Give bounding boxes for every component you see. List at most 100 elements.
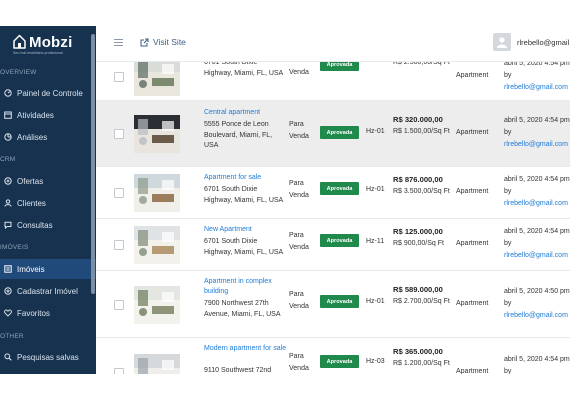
status-badge: Aprovada: [320, 126, 359, 139]
price-per-sqft: R$ 3.500,00/Sq Ft: [393, 188, 450, 195]
table-row[interactable]: New Apartment 6701 South Dixie Highway, M…: [96, 219, 570, 271]
sidebar-item-analises[interactable]: Análises: [0, 127, 96, 147]
sidebar-item-pesquisas-salvas[interactable]: Pesquisas salvas: [0, 347, 96, 367]
sidebar: Mobzi Seu hub imobiliário profissional O…: [0, 26, 96, 374]
row-checkbox[interactable]: [114, 300, 124, 310]
property-title-link[interactable]: Modern apartment for sale: [204, 344, 288, 354]
offers-icon: [3, 177, 12, 186]
sidebar-item-ofertas[interactable]: Ofertas: [0, 171, 96, 191]
sidebar-item-label: Clientes: [17, 198, 46, 208]
property-code: Hz-01: [366, 298, 385, 305]
user-icon: [497, 37, 507, 48]
sidebar-item-label: Painel de Controle: [17, 88, 83, 98]
property-title-link[interactable]: Apartment for sale: [204, 173, 288, 183]
sidebar-item-consultas[interactable]: Consultas: [0, 215, 96, 235]
property-thumbnail[interactable]: [134, 226, 180, 264]
property-purpose: Para Venda: [289, 291, 309, 310]
bottom-margin: [0, 374, 570, 400]
property-purpose: Para Venda: [289, 180, 309, 199]
property-thumbnail[interactable]: [134, 286, 180, 324]
sidebar-item-imoveis[interactable]: Imóveis: [0, 259, 96, 279]
menu-icon[interactable]: [114, 39, 123, 46]
app-window: Mobzi Seu hub imobiliário profissional O…: [0, 0, 570, 400]
table-row[interactable]: Central apartment 5555 Ponce de Leon Boul…: [96, 101, 570, 167]
table-row[interactable]: Renovated apartment6701 South Dixie High…: [96, 62, 570, 101]
property-price: R$ 876.000,00: [393, 175, 443, 184]
search-icon: [3, 353, 12, 362]
activity-icon: [3, 111, 12, 120]
author-email-link[interactable]: rlrebello@gmail.com: [504, 312, 568, 319]
row-checkbox[interactable]: [114, 240, 124, 250]
property-title-link[interactable]: Central apartment: [204, 108, 288, 118]
heart-icon: [3, 309, 12, 318]
property-address: 7900 Northwest 27th Avenue, Miami, FL, U…: [204, 300, 281, 318]
sidebar-scrollbar[interactable]: [91, 34, 95, 294]
status-badge: Aprovada: [320, 295, 359, 308]
brand-tagline: Seu hub imobiliário profissional: [13, 51, 63, 55]
property-thumbnail[interactable]: [134, 174, 180, 212]
property-address: 6701 South Dixie Highway, Miami, FL, USA: [204, 238, 284, 256]
sidebar-item-label: Ofertas: [17, 176, 44, 186]
add-property-icon: [3, 287, 12, 296]
sidebar-item-label: Atividades: [17, 110, 54, 120]
table-row[interactable]: Apartment for sale 6701 South Dixie Highw…: [96, 167, 570, 219]
author-email-link[interactable]: rlrebello@gmail.com: [504, 200, 568, 207]
property-purpose: Para Venda: [289, 353, 309, 372]
properties-icon: [3, 265, 12, 274]
property-type: Apartment: [456, 300, 489, 307]
property-type: Apartment: [456, 240, 489, 247]
row-checkbox[interactable]: [114, 188, 124, 198]
property-thumbnail[interactable]: [134, 62, 180, 96]
external-link-icon: [140, 38, 149, 46]
property-type: Apartment: [456, 188, 489, 195]
property-type: Apartment: [456, 72, 489, 79]
author-prefix: by: [504, 240, 512, 247]
price-per-sqft: R$ 1.200,00/Sq Ft: [393, 360, 450, 367]
author-email-link[interactable]: rlrebello@gmail.com: [504, 84, 568, 91]
sidebar-item-label: Consultas: [17, 220, 53, 230]
sidebar-item-label: Pesquisas salvas: [17, 352, 79, 362]
section-imoveis: IMÓVEIS: [0, 244, 29, 251]
property-price: R$ 320.000,00: [393, 115, 443, 124]
listing-date: abril 5, 2020 4:54 pm: [504, 228, 570, 235]
sidebar-item-clientes[interactable]: Clientes: [0, 193, 96, 213]
dashboard-icon: [3, 89, 12, 98]
author-prefix: by: [504, 72, 512, 79]
visit-site-label: Visit Site: [153, 37, 186, 47]
sidebar-item-favoritos[interactable]: Favoritos: [0, 303, 96, 323]
property-type: Apartment: [456, 129, 489, 136]
property-code: Hz-06: [366, 62, 386, 66]
sidebar-item-cadastrar-imovel[interactable]: Cadastrar Imóvel: [0, 281, 96, 301]
listing-date: abril 5, 2020 4:54 pm: [504, 62, 570, 67]
table-row[interactable]: Modern apartment for sale 9110 Southwest …: [96, 338, 570, 374]
property-thumbnail[interactable]: [134, 354, 180, 374]
author-email-link[interactable]: rlrebello@gmail.com: [504, 141, 568, 148]
property-thumbnail[interactable]: [134, 115, 180, 153]
topbar: Visit Site rlrebello@gmail.com: [96, 26, 570, 62]
status-badge: Aprovada: [320, 182, 359, 195]
row-checkbox[interactable]: [114, 129, 124, 139]
property-code: Hz-03: [366, 358, 385, 365]
author-email-link[interactable]: rlrebello@gmail.com: [504, 252, 568, 259]
logo[interactable]: Mobzi Seu hub imobiliário profissional: [12, 32, 92, 58]
price-per-sqft: R$ 2.500,00/Sq Ft: [393, 62, 450, 66]
section-crm: CRM: [0, 156, 16, 163]
avatar[interactable]: [493, 33, 511, 51]
price-per-sqft: R$ 2.700,00/Sq Ft: [393, 298, 450, 305]
property-title-link[interactable]: New Apartment: [204, 225, 288, 235]
status-badge: Aprovada: [320, 62, 359, 71]
username[interactable]: rlrebello@gmail.com: [517, 38, 570, 47]
property-title-link[interactable]: Apartment in complex building: [204, 277, 288, 297]
property-purpose: Para Venda: [289, 62, 309, 76]
section-overview: OVERVIEW: [0, 69, 37, 76]
sidebar-item-atividades[interactable]: Atividades: [0, 105, 96, 125]
listing-date: abril 5, 2020 4:54 pm: [504, 176, 570, 183]
author-prefix: by: [504, 188, 512, 195]
property-code: Hz-01: [366, 128, 385, 135]
section-other: OTHER: [0, 333, 24, 340]
status-badge: Aprovada: [320, 355, 359, 368]
table-row[interactable]: Apartment in complex building 7900 Northw…: [96, 271, 570, 338]
visit-site-link[interactable]: Visit Site: [140, 37, 186, 47]
sidebar-item-painel-de-controle[interactable]: Painel de Controle: [0, 83, 96, 103]
row-checkbox[interactable]: [114, 72, 124, 82]
